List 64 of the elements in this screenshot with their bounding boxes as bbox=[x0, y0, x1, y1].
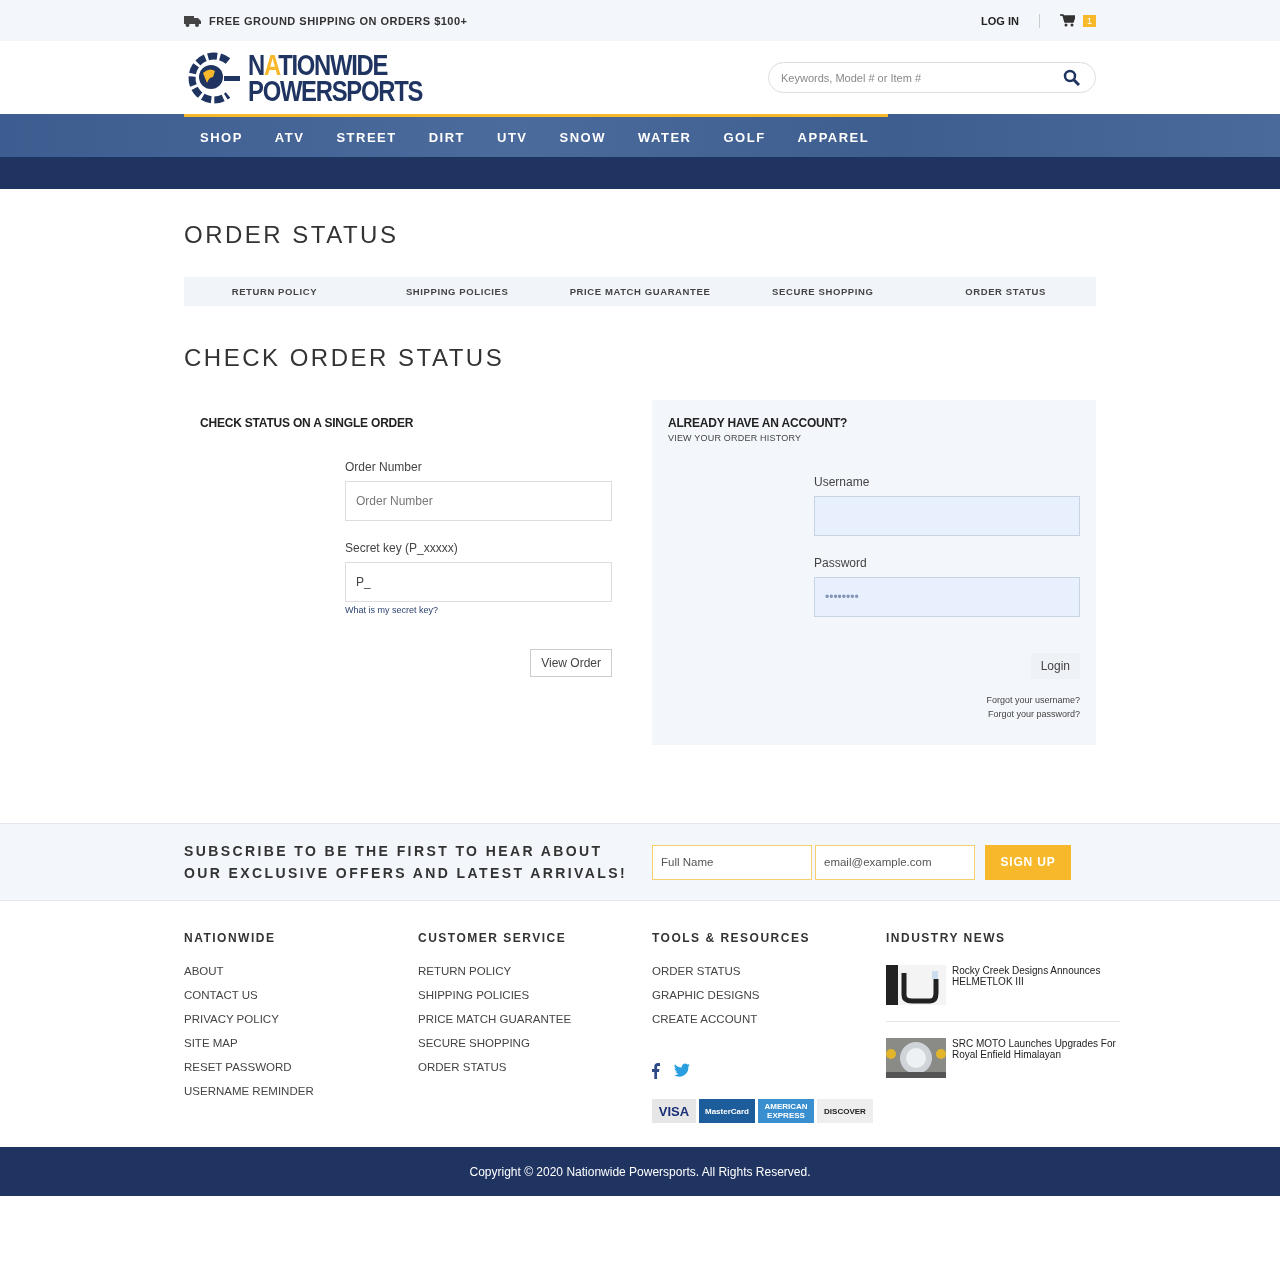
cart-icon[interactable] bbox=[1060, 14, 1075, 27]
payment-card-logo: MasterCard bbox=[699, 1099, 755, 1123]
footer-link[interactable]: SITE MAP bbox=[184, 1037, 418, 1049]
footer-link[interactable]: ORDER STATUS bbox=[418, 1061, 652, 1073]
footer-link[interactable]: USERNAME REMINDER bbox=[184, 1085, 418, 1097]
field-label: Secret key (P_xxxxx) bbox=[345, 541, 459, 555]
footer-heading: CUSTOMER SERVICE bbox=[418, 931, 568, 945]
footer-link[interactable]: GRAPHIC DESIGNS bbox=[652, 989, 886, 1001]
form-title: CHECK STATUS ON A SINGLE ORDER bbox=[200, 416, 415, 430]
footer-link[interactable]: CREATE ACCOUNT bbox=[652, 1013, 886, 1025]
account-title: ALREADY HAVE AN ACCOUNT? bbox=[668, 416, 849, 430]
nav-link[interactable]: STREET bbox=[336, 129, 397, 145]
input-field[interactable] bbox=[814, 496, 1080, 536]
payment-card-logo: DISCOVER bbox=[817, 1099, 873, 1123]
search-field[interactable]: Keywords, Model # or Item # bbox=[768, 62, 1096, 93]
cart-count: 1 bbox=[1083, 14, 1096, 27]
footer-link[interactable]: SHIPPING POLICIES bbox=[418, 989, 652, 1001]
footer-link[interactable]: ABOUT bbox=[184, 965, 418, 977]
login-button[interactable]: Login bbox=[1030, 653, 1080, 679]
nav-link[interactable]: DIRT bbox=[428, 129, 466, 145]
name-field[interactable]: Full Name bbox=[652, 844, 812, 880]
payment-card-logo: AMERICAN EXPRESS bbox=[758, 1099, 814, 1123]
news-headline[interactable]: SRC MOTO Launches Upgrades For Royal Enfield Himalayan bbox=[952, 1038, 1120, 1078]
footer-link[interactable]: ORDER STATUS bbox=[652, 965, 886, 977]
footer-link[interactable]: RETURN POLICY bbox=[418, 965, 652, 977]
nav-link[interactable]: GOLF bbox=[723, 129, 766, 145]
nav-link[interactable]: SNOW bbox=[559, 129, 606, 145]
page-title: ORDER STATUS bbox=[184, 221, 400, 249]
footer-link[interactable]: PRIVACY POLICY bbox=[184, 1013, 418, 1025]
footer-link[interactable]: RESET PASSWORD bbox=[184, 1061, 418, 1073]
field-label: Order Number bbox=[345, 460, 423, 474]
news-headline[interactable]: Rocky Creek Designs Announces HELMETLOK III bbox=[952, 965, 1120, 1005]
footer-heading: TOOLS & RESOURCES bbox=[652, 931, 811, 945]
field-label: Password bbox=[814, 556, 868, 570]
logo-text[interactable]: NATIONWIDE POWERSPORTS bbox=[248, 51, 423, 104]
truck-icon bbox=[184, 14, 201, 27]
view-order-button[interactable]: View Order bbox=[530, 649, 612, 677]
footer-heading: INDUSTRY NEWS bbox=[886, 931, 1007, 945]
footer-link[interactable]: PRICE MATCH GUARANTEE bbox=[418, 1013, 652, 1025]
forgot-link[interactable]: Forgot your username? bbox=[986, 693, 1080, 707]
help-link[interactable]: What is my secret key? bbox=[345, 605, 612, 615]
nav-link[interactable]: ATV bbox=[274, 129, 305, 145]
facebook-icon[interactable] bbox=[652, 1063, 660, 1079]
nav-link[interactable]: UTV bbox=[497, 129, 528, 145]
section-title: CHECK ORDER STATUS bbox=[184, 344, 506, 372]
input-field[interactable]: P_ bbox=[345, 562, 612, 602]
footer-link[interactable]: CONTACT US bbox=[184, 989, 418, 1001]
input-field[interactable]: Order Number bbox=[345, 481, 612, 521]
copyright-text: Copyright © 2020 Nationwide Powersports. All Rights Reserved. bbox=[469, 1164, 811, 1179]
search-icon[interactable] bbox=[1063, 69, 1080, 86]
nav-link[interactable]: WATER bbox=[638, 129, 692, 145]
forgot-link[interactable]: Forgot your password? bbox=[987, 707, 1080, 721]
shipping-notice: FREE GROUND SHIPPING ON ORDERS $100+ bbox=[209, 14, 468, 27]
payment-card-logo: VISA bbox=[652, 1099, 696, 1123]
bird-icon[interactable] bbox=[674, 1063, 690, 1077]
footer-heading: NATIONWIDE bbox=[184, 931, 277, 945]
footer-link[interactable]: SECURE SHOPPING bbox=[418, 1037, 652, 1049]
login-link[interactable]: LOG IN bbox=[981, 14, 1019, 27]
subscribe-text: SUBSCRIBE TO BE THE FIRST TO HEAR ABOUT OUR EXCLUSIVE OFFERS AND LATEST ARRIVALS! bbox=[184, 842, 628, 883]
email-field[interactable]: email@example.com bbox=[815, 844, 975, 880]
account-subtitle: VIEW YOUR ORDER HISTORY bbox=[668, 433, 803, 443]
field-label: Username bbox=[814, 475, 871, 489]
nav-link[interactable]: APPAREL bbox=[797, 129, 870, 145]
nav-link[interactable]: SHOP bbox=[200, 129, 243, 145]
